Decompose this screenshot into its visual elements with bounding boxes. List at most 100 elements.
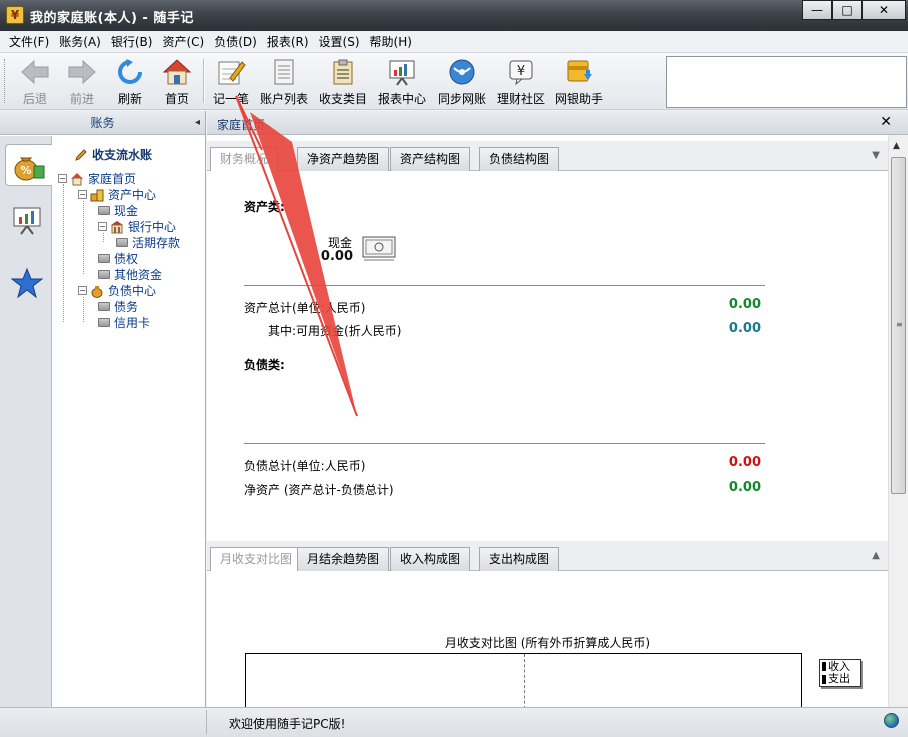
tree-item-credit-card[interactable]: 信用卡 <box>98 314 150 330</box>
maximize-button[interactable]: □ <box>832 0 862 20</box>
tree-label: 信用卡 <box>114 315 151 330</box>
collapse-arrow-icon[interactable]: ◂ <box>195 111 200 135</box>
chart-title: 月收支对比图 (所有外币折算成人民币) <box>444 636 651 650</box>
vertical-scrollbar[interactable]: ▲ ≡ <box>888 135 908 707</box>
menu-help[interactable]: 帮助(H) <box>365 31 417 53</box>
chart-legend: 收入 支出 <box>819 659 861 687</box>
svg-text:%: % <box>20 164 31 177</box>
folder-icon <box>98 253 110 263</box>
money-bag-icon <box>90 284 104 298</box>
sync-button[interactable]: 同步网账 <box>438 57 486 107</box>
toolbar-separator <box>203 59 205 103</box>
nav-accounts-tab[interactable]: % <box>5 144 52 186</box>
net-assets-label: 净资产 (资产总计-负债总计) <box>244 483 394 497</box>
title-bar: ¥ 我的家庭账(本人) - 随手记 — □ ✕ <box>0 0 908 31</box>
account-list-button[interactable]: 账户列表 <box>260 57 308 107</box>
divider <box>244 443 765 444</box>
close-page-icon[interactable]: ✕ <box>880 114 892 130</box>
back-button[interactable]: 后退 <box>20 57 50 107</box>
main-panel-header: 家庭首页 ✕ <box>207 111 908 135</box>
overview-tabs: 财务概况 净资产趋势图 资产结构图 负债结构图 ▼ <box>207 141 888 172</box>
report-center-button[interactable]: 报表中心 <box>378 57 426 107</box>
window-controls: — □ ✕ <box>802 0 906 20</box>
refresh-label: 刷新 <box>117 92 142 106</box>
globe-icon[interactable] <box>884 713 899 728</box>
house-icon <box>162 57 192 87</box>
status-welcome-text: 欢迎使用随手记PC版! <box>229 717 346 731</box>
tree-item-home[interactable]: − 家庭首页 <box>58 170 136 186</box>
home-button[interactable]: 首页 <box>162 57 192 107</box>
tree-label: 活期存款 <box>132 235 181 250</box>
menu-accounts[interactable]: 账务(A) <box>54 31 106 53</box>
arrow-left-icon <box>20 57 50 87</box>
forward-button[interactable]: 前进 <box>67 57 97 107</box>
tab-expense-composition[interactable]: 支出构成图 <box>479 547 560 571</box>
bank-building-icon <box>110 220 124 233</box>
net-assets-value: 0.00 <box>728 480 761 495</box>
collapse-toggle-icon[interactable]: − <box>78 285 87 295</box>
scrollbar-thumb[interactable]: ≡ <box>891 157 906 494</box>
tree-item-debts[interactable]: 债务 <box>98 298 138 314</box>
available-funds-label: 其中:可用资金(折人民币) <box>268 324 402 338</box>
tab-income-composition[interactable]: 收入构成图 <box>390 547 471 571</box>
bank-card-download-icon <box>564 57 594 87</box>
folder-icon <box>116 237 128 247</box>
tree-label: 收支流水账 <box>92 147 153 162</box>
tree-item-bank-center[interactable]: − 银行中心 <box>98 218 176 234</box>
category-button[interactable]: 收支类目 <box>319 57 367 107</box>
tree-item-cashflow[interactable]: 收支流水账 <box>74 146 152 162</box>
tab-monthly-comparison[interactable]: 月收支对比图 <box>210 547 303 572</box>
tab-monthly-balance-trend[interactable]: 月结余趋势图 <box>297 547 390 571</box>
yuan-bubble-icon: ¥ <box>506 57 536 87</box>
menu-file[interactable]: 文件(F) <box>4 31 54 53</box>
collapse-toggle-icon[interactable]: − <box>58 173 67 183</box>
tab-asset-structure[interactable]: 资产结构图 <box>390 147 471 171</box>
scroll-up-icon[interactable]: ▲ <box>893 141 900 151</box>
legend-swatch-expense <box>822 675 826 684</box>
community-button[interactable]: ¥ 理财社区 <box>497 57 545 107</box>
back-label: 后退 <box>22 92 47 106</box>
satellite-globe-icon <box>447 57 477 87</box>
community-label: 理财社区 <box>497 92 546 106</box>
tree-item-liability-center[interactable]: − 负债中心 <box>78 282 156 298</box>
tree-item-claims[interactable]: 债权 <box>98 250 138 266</box>
star-icon <box>11 267 43 299</box>
collapse-toggle-icon[interactable]: − <box>98 221 107 231</box>
refresh-button[interactable]: 刷新 <box>115 57 145 107</box>
nav-favorites-tab[interactable] <box>6 262 48 304</box>
tab-liability-structure[interactable]: 负债结构图 <box>479 147 560 171</box>
tree-item-asset-center[interactable]: − 资产中心 <box>78 186 156 202</box>
minimize-button[interactable]: — <box>802 0 832 20</box>
clipboard-icon <box>328 57 358 87</box>
sync-label: 同步网账 <box>438 92 487 106</box>
collapse-up-icon[interactable]: ▲ <box>872 550 880 561</box>
tree-label: 债务 <box>114 299 139 314</box>
home-label: 首页 <box>164 92 189 106</box>
nav-reports-tab[interactable] <box>6 200 48 242</box>
tree-label: 资产中心 <box>108 187 157 202</box>
liabilities-heading: 负债类: <box>244 358 285 372</box>
bank-helper-button[interactable]: 网银助手 <box>555 57 603 107</box>
menu-settings[interactable]: 设置(S) <box>314 31 365 53</box>
collapse-down-icon[interactable]: ▼ <box>872 150 880 161</box>
menu-bank[interactable]: 银行(B) <box>106 31 158 53</box>
toolbar-search-box[interactable] <box>666 56 907 108</box>
record-button[interactable]: 记一笔 <box>213 57 249 107</box>
tab-financial-overview[interactable]: 财务概况 <box>210 147 279 172</box>
tree-item-deposit[interactable]: 活期存款 <box>116 234 180 250</box>
cash-bill-icon[interactable] <box>362 235 396 266</box>
menu-liabilities[interactable]: 负债(D) <box>209 31 262 53</box>
menu-assets[interactable]: 资产(C) <box>157 31 209 53</box>
menu-reports[interactable]: 报表(R) <box>262 31 314 53</box>
close-window-button[interactable]: ✕ <box>862 0 906 20</box>
main-panel: 家庭首页 ✕ 财务概况 净资产趋势图 资产结构图 负债结构图 ▼ 资产类: 现金… <box>207 111 908 714</box>
toolbar-grip <box>4 59 7 103</box>
collapse-toggle-icon[interactable]: − <box>78 189 87 199</box>
folder-icon <box>98 269 110 279</box>
tree-guide <box>103 233 104 242</box>
tree-item-other-funds[interactable]: 其他资金 <box>98 266 162 282</box>
tree-item-cash[interactable]: 现金 <box>98 202 138 218</box>
pencil-notebook-icon <box>216 57 246 87</box>
tab-net-asset-trend[interactable]: 净资产趋势图 <box>297 147 390 171</box>
assets-heading: 资产类: <box>244 200 285 214</box>
